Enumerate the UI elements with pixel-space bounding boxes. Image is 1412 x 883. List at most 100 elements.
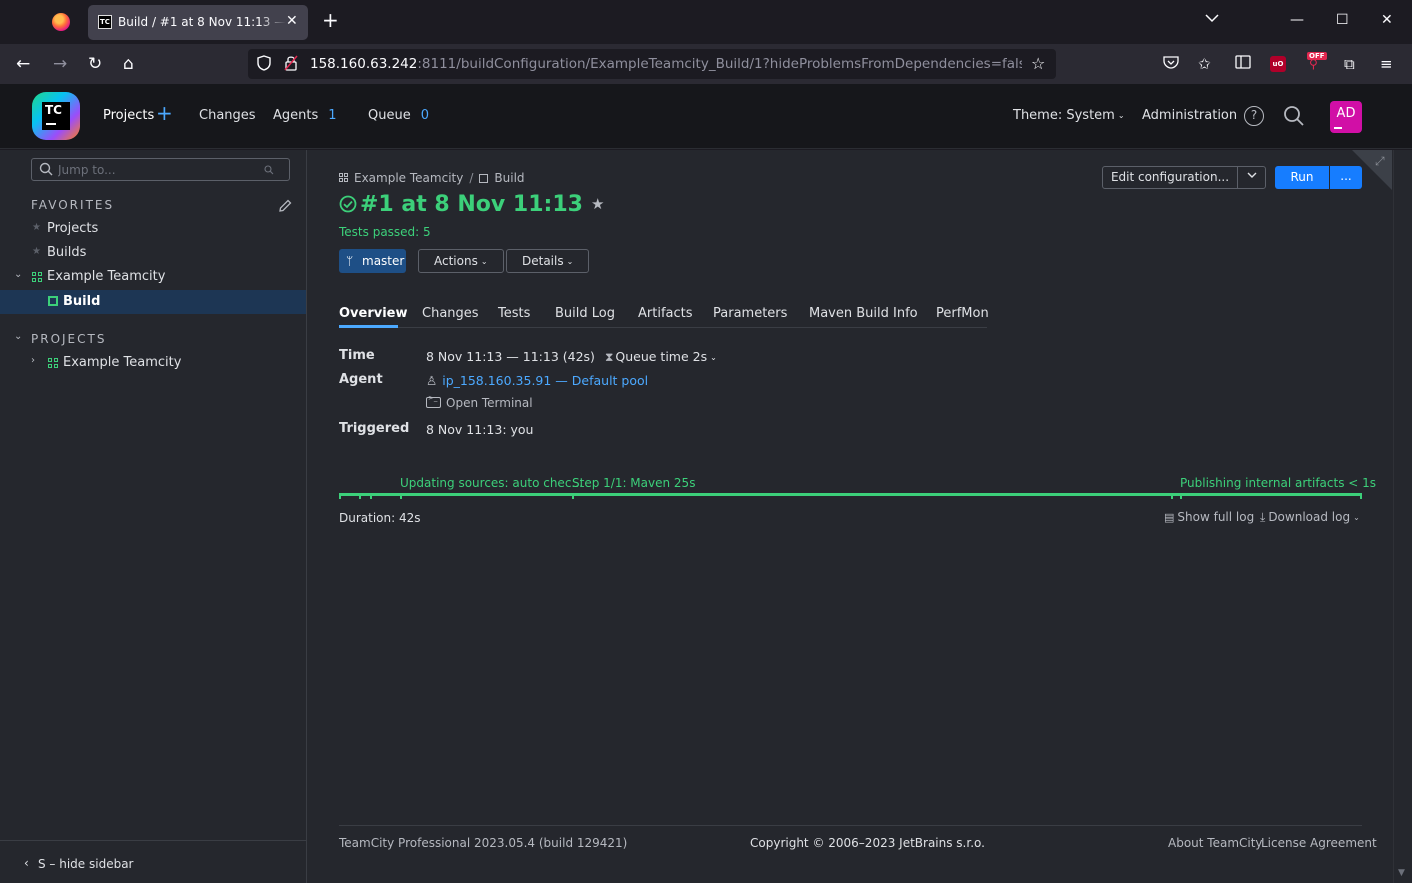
tracking-shield-icon[interactable] [257,55,271,75]
agent-pool-link[interactable]: Default pool [572,373,648,388]
browser-tab[interactable]: TC Build / #1 at 8 Nov 11:13 — TeamCity … [88,5,308,40]
timeline-tick [1171,493,1173,499]
jump-to-input[interactable] [58,161,258,178]
sidebar-item-example-teamcity[interactable]: ⌄ Example Teamcity [0,265,306,289]
timeline-stage-publishing[interactable]: Publishing internal artifacts < 1s [1180,476,1376,490]
edit-favorites-pencil-icon[interactable] [277,198,293,214]
search-icon[interactable] [1283,105,1305,127]
url-text[interactable]: 158.160.63.242:8111/buildConfiguration/E… [310,56,1022,72]
insecure-lock-icon[interactable] [284,55,298,75]
build-title: #1 at 8 Nov 11:13 ★ [339,192,604,217]
nav-projects[interactable]: Projects [103,108,154,123]
sidebar-item-build[interactable]: Build [0,290,306,314]
hide-sidebar-toggle[interactable]: ‹ S – hide sidebar [0,840,306,883]
chevron-right-icon[interactable]: › [31,355,35,366]
help-icon[interactable]: ? [1244,106,1264,126]
timeline-stage-updating-sources[interactable]: Updating sources: auto chec... [400,476,583,490]
new-tab-icon[interactable]: + [322,10,339,30]
time-label: Time [339,348,375,363]
timeline-stage-maven[interactable]: Step 1/1: Maven 25s [572,476,695,490]
scrollbar[interactable] [1393,150,1412,883]
branch-icon: ᛘ [346,254,354,268]
actions-button[interactable]: Actions ⌄ [418,249,504,273]
nav-administration[interactable]: Administration [1142,108,1237,123]
agent-value: ♙ ip_158.160.35.91 — Default pool [426,373,649,388]
teamcity-logo[interactable]: TC [32,92,80,140]
agents-count: 1 [328,108,337,123]
tab-tests[interactable]: Tests [498,306,530,321]
app-menu-icon[interactable]: ≡ [1380,55,1393,73]
timeline-tick [359,493,361,499]
tab-artifacts[interactable]: Artifacts [638,306,693,321]
reader-sidebar-icon[interactable] [1235,55,1251,73]
tab-overview[interactable]: Overview [339,306,408,321]
star-icon[interactable]: ★ [591,195,604,213]
edit-configuration-button[interactable]: Edit configuration... [1102,166,1238,189]
agent-link[interactable]: ip_158.160.35.91 [442,373,551,388]
close-tab-icon[interactable]: ✕ [286,13,298,29]
timeline-tick [1360,493,1362,499]
back-icon[interactable]: ← [16,54,30,74]
chevron-down-icon: ⌄ [14,331,23,342]
sidebar-item-favorite-builds[interactable]: ★ Builds [0,241,306,265]
tab-build-log[interactable]: Build Log [555,306,615,321]
sidebar: FAVORITES ★ Projects ★ Builds ⌄ Example … [0,150,307,883]
home-icon[interactable]: ⌂ [123,54,134,74]
about-teamcity-link[interactable]: About TeamCity [1168,836,1263,850]
run-button[interactable]: Run [1275,166,1329,189]
download-log-link[interactable]: ⤓ Download log ⌄ [1260,510,1360,525]
open-terminal-link[interactable]: Open Terminal [426,394,533,410]
timeline-bar [339,493,1362,496]
minimize-icon[interactable]: — [1290,12,1304,28]
queue-time-toggle[interactable]: Queue time 2s ⌄ [615,349,716,364]
chevron-down-icon[interactable]: ⌄ [14,269,22,280]
build-timeline[interactable] [339,493,1362,499]
tab-maven-build-info[interactable]: Maven Build Info [809,306,918,321]
show-full-log-link[interactable]: ▤ Show full log [1164,510,1254,524]
reload-icon[interactable]: ↻ [88,54,102,74]
license-agreement-link[interactable]: License Agreement [1261,836,1377,850]
tab-perfmon[interactable]: PerfMon [936,306,989,321]
run-custom-build-button[interactable]: ... [1330,166,1362,189]
chevron-down-icon: ⌄ [1117,111,1125,120]
firefox-icon[interactable] [52,13,70,31]
sidebar-item-projects-example-teamcity[interactable]: › Example Teamcity [0,351,306,375]
edit-configuration-dropdown[interactable] [1237,166,1266,189]
tab-title: Build / #1 at 8 Nov 11:13 — TeamCity [118,15,286,29]
branch-badge[interactable]: ᛘ master [339,249,406,273]
duration-text: Duration: 42s [339,511,421,525]
forward-icon[interactable]: → [53,54,67,74]
hourglass-icon: ⧗ [604,350,614,364]
breadcrumb-project-link[interactable]: Example Teamcity [354,171,463,185]
tab-parameters[interactable]: Parameters [713,306,787,321]
details-button[interactable]: Details ⌄ [506,249,590,273]
star-icon: ★ [32,222,41,233]
pocket-icon[interactable] [1163,55,1179,73]
triggered-label: Triggered [339,421,410,436]
url-bar[interactable]: 158.160.63.242:8111/buildConfiguration/E… [248,49,1056,79]
timeline-tick [370,493,372,499]
sidebar-item-favorite-projects[interactable]: ★ Projects [0,217,306,241]
favorites-star-icon[interactable]: ✩ [1198,55,1211,73]
extension-off-badge: OFF [1307,52,1327,60]
nav-changes[interactable]: Changes [199,108,256,123]
create-project-plus-icon[interactable]: + [156,103,173,123]
extensions-puzzle-icon[interactable]: ⧉ [1344,55,1355,73]
breadcrumb-build-link[interactable]: Build [494,171,524,185]
nav-queue[interactable]: Queue 0 [368,108,429,123]
tests-passed-status[interactable]: Tests passed: 5 [339,225,431,239]
download-icon: ⤓ [1260,510,1266,524]
tab-changes[interactable]: Changes [422,306,479,321]
window-close-icon[interactable]: ✕ [1381,12,1393,28]
theme-selector[interactable]: Theme: System ⌄ [1013,108,1125,123]
list-tabs-chevron-icon[interactable] [1205,12,1219,26]
fullscreen-toggle-icon[interactable]: ⤢ [1375,154,1385,169]
projects-heading[interactable]: ⌄ PROJECTS [14,331,106,346]
nav-agents[interactable]: Agents 1 [273,108,337,123]
bookmark-star-icon[interactable]: ☆ [1031,54,1045,73]
maximize-icon[interactable]: ☐ [1336,12,1349,28]
jump-to-field[interactable] [31,158,290,181]
favorites-heading: FAVORITES [31,198,115,212]
scroll-down-arrow-icon[interactable]: ▼ [1398,868,1405,878]
ublock-origin-icon[interactable]: uO [1270,56,1286,72]
